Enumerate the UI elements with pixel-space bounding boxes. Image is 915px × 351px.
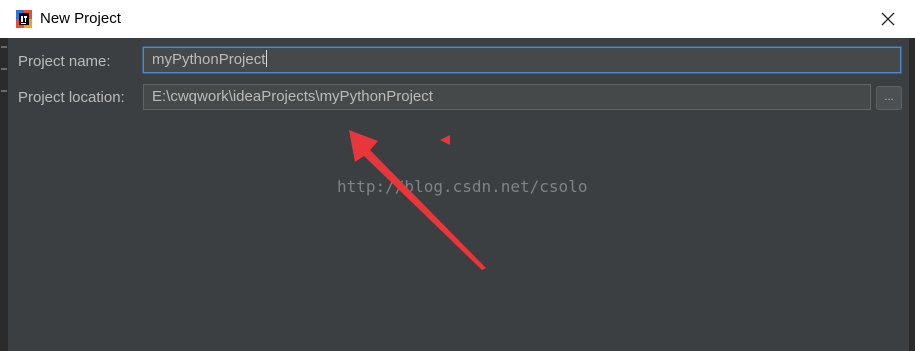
- project-location-label: Project location:: [18, 89, 125, 106]
- title-bar: New Project: [0, 0, 915, 38]
- project-location-value: E:\cwqwork\ideaProjects\myPythonProject: [152, 88, 433, 105]
- watermark-text: http://blog.csdn.net/csolo: [337, 177, 588, 196]
- intellij-idea-icon: [16, 10, 32, 28]
- project-location-input[interactable]: E:\cwqwork\ideaProjects\myPythonProject: [143, 84, 871, 110]
- project-name-value: myPythonProject: [152, 51, 266, 68]
- close-icon: [881, 12, 895, 26]
- project-name-label: Project name:: [18, 53, 111, 70]
- browse-button[interactable]: ...: [876, 86, 902, 110]
- background-window-edge-right: [909, 38, 915, 351]
- close-button[interactable]: [874, 6, 902, 32]
- background-window-edge: [0, 38, 8, 351]
- text-caret: [266, 50, 268, 67]
- dialog-title: New Project: [40, 10, 121, 27]
- project-name-input[interactable]: myPythonProject: [143, 47, 901, 73]
- new-project-dialog: New Project Project name: myPythonProjec…: [0, 0, 915, 351]
